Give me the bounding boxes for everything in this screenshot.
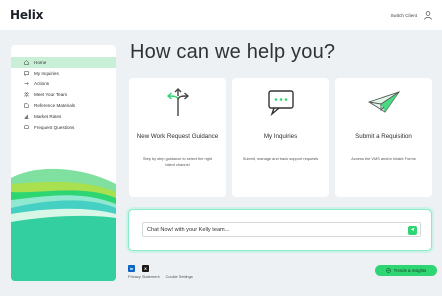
linkedin-icon[interactable]: in [128, 265, 135, 272]
card-my-inquiries[interactable]: My Inquiries Submit, manage and track su… [232, 78, 329, 197]
card-description: Step by step guidance to select the righ… [142, 156, 213, 167]
privacy-statement-link[interactable]: Privacy Statement [128, 274, 160, 279]
sidebar-item-my-inquiries[interactable]: My Inquiries [11, 68, 116, 79]
sidebar-item-label: Market Rates [34, 113, 62, 119]
send-button[interactable] [408, 225, 417, 235]
reference-icon [24, 103, 29, 108]
trends-label: Trends & Insights [393, 268, 427, 273]
sidebar: Home My Inquiries Actions Meet Your Team… [11, 45, 116, 281]
chat-input-text: Chat Now! with your Kelly team... [147, 226, 230, 233]
social-links: in X [128, 265, 149, 272]
chat-panel: Chat Now! with your Kelly team... [128, 209, 432, 251]
sidebar-item-reference-materials[interactable]: Reference Materials [11, 100, 116, 111]
footer-links: Privacy Statement Cookie Settings [128, 274, 193, 279]
trend-icon [386, 267, 391, 274]
send-icon [410, 227, 415, 234]
paper-plane-icon [335, 88, 432, 118]
top-bar: Helix Switch Client [0, 0, 442, 30]
sidebar-item-frequent-questions[interactable]: Frequent Questions [11, 122, 116, 133]
sidebar-item-meet-your-team[interactable]: Meet Your Team [11, 89, 116, 100]
direction-arrows-icon [129, 88, 226, 118]
top-right-controls: Switch Client [390, 10, 432, 20]
trends-insights-button[interactable]: Trends & Insights [375, 265, 437, 276]
card-description: Submit, manage and track support request… [242, 156, 319, 161]
card-description: Access the VMS and/or Intake Forms [351, 156, 416, 161]
sidebar-item-home[interactable]: Home [11, 57, 116, 68]
questions-icon [24, 125, 29, 130]
cookie-settings-link[interactable]: Cookie Settings [166, 274, 193, 279]
sidebar-nav: Home My Inquiries Actions Meet Your Team… [11, 57, 116, 133]
sidebar-item-label: Actions [34, 81, 50, 87]
card-new-work-request[interactable]: New Work Request Guidance Step by step g… [129, 78, 226, 197]
chat-input[interactable]: Chat Now! with your Kelly team... [142, 222, 421, 237]
card-title: Submit a Requisition [355, 133, 412, 140]
sidebar-item-market-rates[interactable]: Market Rates [11, 111, 116, 122]
app-logo[interactable]: Helix [10, 8, 43, 22]
rates-icon [24, 114, 29, 119]
chat-bubble-icon [232, 88, 329, 118]
sidebar-item-label: My Inquiries [34, 70, 59, 76]
team-icon [24, 92, 29, 97]
home-icon [24, 60, 29, 65]
sidebar-wave-decoration [11, 168, 116, 281]
sidebar-item-label: Home [34, 59, 47, 65]
card-submit-requisition[interactable]: Submit a Requisition Access the VMS and/… [335, 78, 432, 197]
sidebar-item-actions[interactable]: Actions [11, 79, 116, 90]
switch-client-link[interactable]: Switch Client [390, 13, 417, 18]
user-icon[interactable] [423, 10, 432, 20]
sidebar-item-label: Frequent Questions [34, 124, 75, 130]
page-title: How can we help you? [130, 41, 336, 63]
x-social-icon[interactable]: X [142, 265, 149, 272]
inquiries-icon [24, 71, 29, 76]
card-title: My Inquiries [263, 133, 298, 140]
sidebar-item-label: Reference Materials [34, 103, 76, 109]
sidebar-item-label: Meet Your Team [34, 92, 68, 98]
actions-icon [24, 81, 29, 86]
card-title: New Work Request Guidance [136, 133, 219, 140]
